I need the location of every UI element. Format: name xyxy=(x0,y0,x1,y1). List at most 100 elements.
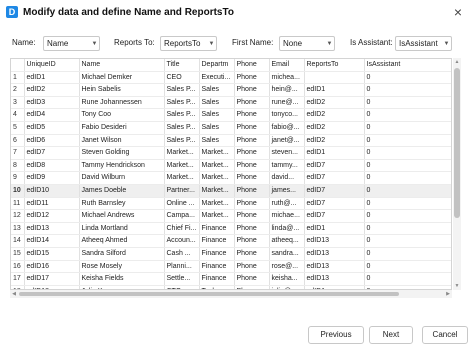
table-cell[interactable]: 0 xyxy=(364,260,451,274)
table-cell[interactable]: Sandra Silford xyxy=(79,247,165,261)
column-header[interactable]: UniqueID xyxy=(24,59,80,72)
table-cell[interactable]: Sales P... xyxy=(164,134,200,148)
table-cell[interactable]: Phone xyxy=(234,159,270,173)
table-row[interactable]: 7 edID7 Steven Golding Market... Market... Ph… xyxy=(11,146,451,160)
table-row[interactable]: 2 edID2 Hein Sabelis Sales P... Sales Phone he… xyxy=(11,83,451,97)
data-grid[interactable]: UniqueID Name Title Departm Phone Email Report… xyxy=(10,58,452,290)
table-cell[interactable]: edID11 xyxy=(24,197,80,211)
table-cell[interactable]: edID6 xyxy=(24,134,80,148)
table-cell[interactable]: 0 xyxy=(364,96,451,110)
next-button[interactable]: Next xyxy=(369,326,413,344)
table-cell[interactable]: Cash ... xyxy=(164,247,200,261)
scroll-right-arrow-icon[interactable]: ▶ xyxy=(444,290,452,298)
table-cell[interactable]: edID7 xyxy=(304,159,365,173)
table-cell[interactable]: edID13 xyxy=(304,234,365,248)
table-cell[interactable]: rose@... xyxy=(269,260,305,274)
table-cell[interactable]: edID7 xyxy=(24,146,80,160)
table-cell[interactable]: Sales xyxy=(199,108,235,122)
table-cell[interactable]: Phone xyxy=(234,197,270,211)
is-assistant-select[interactable]: IsAssistant ▼ xyxy=(395,36,452,51)
table-cell[interactable]: 0 xyxy=(364,159,451,173)
table-cell[interactable]: edID13 xyxy=(24,222,80,236)
table-row[interactable]: 12 edID12 Michael Andrews Campa... Market...… xyxy=(11,209,451,223)
table-cell[interactable]: Planni... xyxy=(164,260,200,274)
table-cell[interactable]: Steven Golding xyxy=(79,146,165,160)
table-cell[interactable]: Market... xyxy=(164,159,200,173)
table-row[interactable]: 15 edID15 Sandra Silford Cash ... Finance Pho… xyxy=(11,247,451,261)
table-cell[interactable]: linda@... xyxy=(269,222,305,236)
table-cell[interactable]: CEO xyxy=(164,71,200,85)
table-cell[interactable]: Sales xyxy=(199,121,235,135)
table-cell[interactable]: Market... xyxy=(199,171,235,185)
table-row[interactable]: 8 edID8 Tammy Hendrickson Market... Market..… xyxy=(11,159,451,173)
table-cell[interactable]: edID2 xyxy=(304,96,365,110)
table-cell[interactable]: edID7 xyxy=(304,197,365,211)
table-cell[interactable]: david... xyxy=(269,171,305,185)
table-cell[interactable]: James Doeble xyxy=(79,184,165,198)
cancel-button[interactable]: Cancel xyxy=(422,326,468,344)
table-cell[interactable]: 0 xyxy=(364,121,451,135)
table-cell[interactable]: edID17 xyxy=(24,272,80,286)
table-cell[interactable]: Finance xyxy=(199,222,235,236)
table-cell[interactable]: 0 xyxy=(364,222,451,236)
table-cell[interactable]: 0 xyxy=(364,184,451,198)
row-number-header[interactable] xyxy=(11,59,25,72)
column-header[interactable]: Name xyxy=(79,59,165,72)
table-cell[interactable]: 0 xyxy=(364,247,451,261)
table-cell[interactable]: Tammy Hendrickson xyxy=(79,159,165,173)
table-cell[interactable]: edID13 xyxy=(304,260,365,274)
table-cell[interactable]: edID7 xyxy=(304,184,365,198)
table-cell[interactable]: 0 xyxy=(364,71,451,85)
table-row[interactable]: 4 edID4 Tony Coo Sales P... Sales Phone tonyco… xyxy=(11,108,451,122)
table-cell[interactable]: rune@... xyxy=(269,96,305,110)
table-cell[interactable]: 0 xyxy=(364,234,451,248)
table-cell[interactable]: janet@... xyxy=(269,134,305,148)
table-cell[interactable]: Tony Coo xyxy=(79,108,165,122)
table-cell[interactable]: Fabio Desideri xyxy=(79,121,165,135)
table-cell[interactable]: Phone xyxy=(234,272,270,286)
table-cell[interactable]: Rune Johannessen xyxy=(79,96,165,110)
table-cell[interactable]: edID14 xyxy=(24,234,80,248)
table-cell[interactable]: edID13 xyxy=(304,272,365,286)
table-cell[interactable]: Market... xyxy=(199,146,235,160)
table-cell[interactable]: james... xyxy=(269,184,305,198)
table-cell[interactable]: Phone xyxy=(234,134,270,148)
table-cell[interactable]: Phone xyxy=(234,209,270,223)
column-header[interactable]: ReportsTo xyxy=(304,59,365,72)
table-cell[interactable]: Sales xyxy=(199,134,235,148)
table-cell[interactable]: edID12 xyxy=(24,209,80,223)
table-row[interactable]: 17 edID17 Keisha Fields Settle... Finance Pho… xyxy=(11,272,451,286)
column-header[interactable]: Email xyxy=(269,59,305,72)
table-cell[interactable]: edID2 xyxy=(304,108,365,122)
table-cell[interactable]: Finance xyxy=(199,260,235,274)
table-cell[interactable]: Campa... xyxy=(164,209,200,223)
table-cell[interactable]: Phone xyxy=(234,184,270,198)
table-cell[interactable]: Phone xyxy=(234,108,270,122)
table-cell[interactable]: steven... xyxy=(269,146,305,160)
table-row[interactable]: 10 edID10 James Doeble Partner... Market... P… xyxy=(11,184,451,198)
column-header[interactable]: Title xyxy=(164,59,200,72)
table-cell[interactable]: sandra... xyxy=(269,247,305,261)
first-name-select[interactable]: None ▼ xyxy=(279,36,335,51)
table-cell[interactable]: edID5 xyxy=(24,121,80,135)
table-cell[interactable]: Sales P... xyxy=(164,108,200,122)
table-row[interactable]: 11 edID11 Ruth Barnsley Online ... Market...… xyxy=(11,197,451,211)
table-cell[interactable]: edID1 xyxy=(304,222,365,236)
table-cell[interactable]: Ruth Barnsley xyxy=(79,197,165,211)
table-cell[interactable]: Chief Fi... xyxy=(164,222,200,236)
table-cell[interactable]: David Wilburn xyxy=(79,171,165,185)
table-cell[interactable]: edID7 xyxy=(304,171,365,185)
table-cell[interactable]: Phone xyxy=(234,71,270,85)
table-cell[interactable]: keisha... xyxy=(269,272,305,286)
table-cell[interactable]: Online ... xyxy=(164,197,200,211)
table-row[interactable]: 5 edID5 Fabio Desideri Sales P... Sales Phone… xyxy=(11,121,451,135)
table-cell[interactable]: Settle... xyxy=(164,272,200,286)
table-cell[interactable]: Michael Demker xyxy=(79,71,165,85)
table-cell[interactable]: Sales P... xyxy=(164,83,200,97)
table-cell[interactable]: Market... xyxy=(199,159,235,173)
table-cell[interactable]: 0 xyxy=(364,171,451,185)
table-cell[interactable]: Finance xyxy=(199,247,235,261)
table-cell[interactable]: michea... xyxy=(269,71,305,85)
table-cell[interactable]: 0 xyxy=(364,146,451,160)
table-cell[interactable]: Keisha Fields xyxy=(79,272,165,286)
